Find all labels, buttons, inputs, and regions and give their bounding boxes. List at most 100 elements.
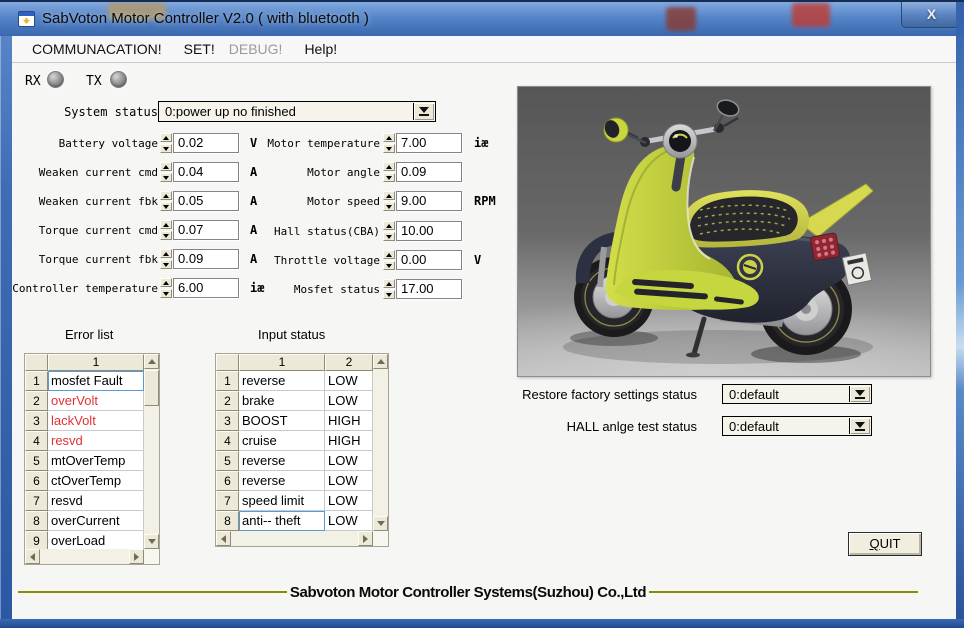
title-bar[interactable]: SabVoton Motor Controller V2.0 ( with bl… [0,2,964,36]
spin-up-icon[interactable] [383,221,395,230]
table-cell[interactable]: BOOST [239,411,325,431]
row-header[interactable]: 7 [25,491,48,511]
row-header[interactable]: 2 [25,391,48,411]
spin-down-icon[interactable] [383,232,395,241]
table-cell[interactable]: LOW [325,371,373,391]
row-header[interactable]: 8 [25,511,48,531]
quit-button[interactable]: QUIT [848,532,922,556]
spin-down-icon[interactable] [383,202,395,211]
row-header[interactable]: 8 [216,511,239,531]
row-header[interactable]: 4 [25,431,48,451]
field-value-input[interactable]: 0.09 [396,162,462,182]
table-cell[interactable]: speed limit [239,491,325,511]
column-header[interactable]: 1 [239,354,325,371]
menu-help[interactable]: Help! [302,41,339,57]
row-header[interactable]: 5 [216,451,239,471]
scroll-left-icon[interactable] [216,531,231,546]
row-header[interactable]: 1 [25,371,48,391]
row-header[interactable]: 4 [216,431,239,451]
table-cell[interactable]: LOW [325,491,373,511]
dropdown-arrow-icon[interactable] [849,386,870,402]
menu-set[interactable]: SET! [182,41,217,57]
table-cell[interactable]: lackVolt [48,411,144,431]
restore-factory-dropdown[interactable]: 0:default [722,384,872,404]
table-cell[interactable]: brake [239,391,325,411]
table-cell[interactable]: cruise [239,431,325,451]
horizontal-scrollbar[interactable] [216,531,373,546]
spin-down-icon[interactable] [383,144,395,153]
field-value-input[interactable]: 9.00 [396,191,462,211]
table-row: 8anti-- theftLOW [216,511,373,531]
table-row: 3BOOSTHIGH [216,411,373,431]
table-cell[interactable]: LOW [325,451,373,471]
row-header[interactable]: 2 [216,391,239,411]
table-cell[interactable]: reverse [239,451,325,471]
row-header[interactable]: 7 [216,491,239,511]
field-value-input[interactable]: 17.00 [396,279,462,299]
dropdown-arrow-icon[interactable] [413,103,434,120]
table-cell[interactable]: mtOverTemp [48,451,144,471]
row-header[interactable]: 3 [216,411,239,431]
table-cell[interactable]: mosfet Fault [48,371,144,391]
close-button[interactable]: X [901,2,962,28]
table-cell[interactable]: overLoad [48,531,144,549]
restore-factory-value: 0:default [729,387,779,402]
scroll-up-icon[interactable] [144,354,159,369]
table-cell[interactable]: LOW [325,511,373,531]
column-header[interactable]: 2 [325,354,373,371]
table-corner-cell[interactable] [216,354,239,371]
spin-up-icon[interactable] [383,191,395,200]
vertical-scrollbar[interactable] [373,354,388,531]
row-header[interactable]: 6 [216,471,239,491]
table-cell[interactable]: overVolt [48,391,144,411]
row-header[interactable]: 9 [25,531,48,549]
system-status-value: 0:power up no finished [165,104,296,119]
dropdown-arrow-icon[interactable] [849,418,870,434]
table-cell[interactable]: ctOverTemp [48,471,144,491]
row-header[interactable]: 3 [25,411,48,431]
table-cell[interactable]: reverse [239,371,325,391]
table-cell[interactable]: HIGH [325,431,373,451]
field-value-input[interactable]: 10.00 [396,221,462,241]
row-header[interactable]: 5 [25,451,48,471]
spinner-control [383,279,395,299]
vertical-scrollbar[interactable] [144,354,159,549]
spin-up-icon[interactable] [383,250,395,259]
horizontal-scrollbar[interactable] [25,549,144,564]
scroll-down-icon[interactable] [373,516,388,531]
table-cell[interactable]: resvd [48,431,144,451]
restore-factory-label: Restore factory settings status [457,387,697,402]
spin-down-icon[interactable] [383,173,395,182]
table-row: 1mosfet Fault [25,371,144,391]
scroll-down-icon[interactable] [144,534,159,549]
table-cell[interactable]: resvd [48,491,144,511]
spin-up-icon[interactable] [383,162,395,171]
hall-angle-dropdown[interactable]: 0:default [722,416,872,436]
table-cell[interactable]: LOW [325,471,373,491]
table-cell[interactable]: anti-- theft [239,511,325,531]
row-header[interactable]: 1 [216,371,239,391]
system-status-dropdown[interactable]: 0:power up no finished [158,101,436,122]
table-cell[interactable]: HIGH [325,411,373,431]
table-row: 5reverseLOW [216,451,373,471]
scroll-right-icon[interactable] [129,549,144,564]
spin-up-icon[interactable] [383,279,395,288]
scroll-right-icon[interactable] [358,531,373,546]
field-label: Motor temperature [192,137,380,150]
field-value-input[interactable]: 0.00 [396,250,462,270]
scroll-left-icon[interactable] [25,549,40,564]
scrollbar-thumb[interactable] [144,370,159,406]
field-value-input[interactable]: 7.00 [396,133,462,153]
column-header[interactable]: 1 [48,354,144,371]
table-cell[interactable]: LOW [325,391,373,411]
menu-communication[interactable]: COMMUNACATION! [30,41,164,57]
table-cell[interactable]: reverse [239,471,325,491]
scroll-up-icon[interactable] [373,354,388,369]
table-cell[interactable]: overCurrent [48,511,144,531]
footer: Sabvoton Motor Controller Systems(Suzhou… [18,581,918,603]
row-header[interactable]: 6 [25,471,48,491]
spin-up-icon[interactable] [383,133,395,142]
spin-down-icon[interactable] [383,290,395,299]
table-corner-cell[interactable] [25,354,48,371]
spin-down-icon[interactable] [383,261,395,270]
